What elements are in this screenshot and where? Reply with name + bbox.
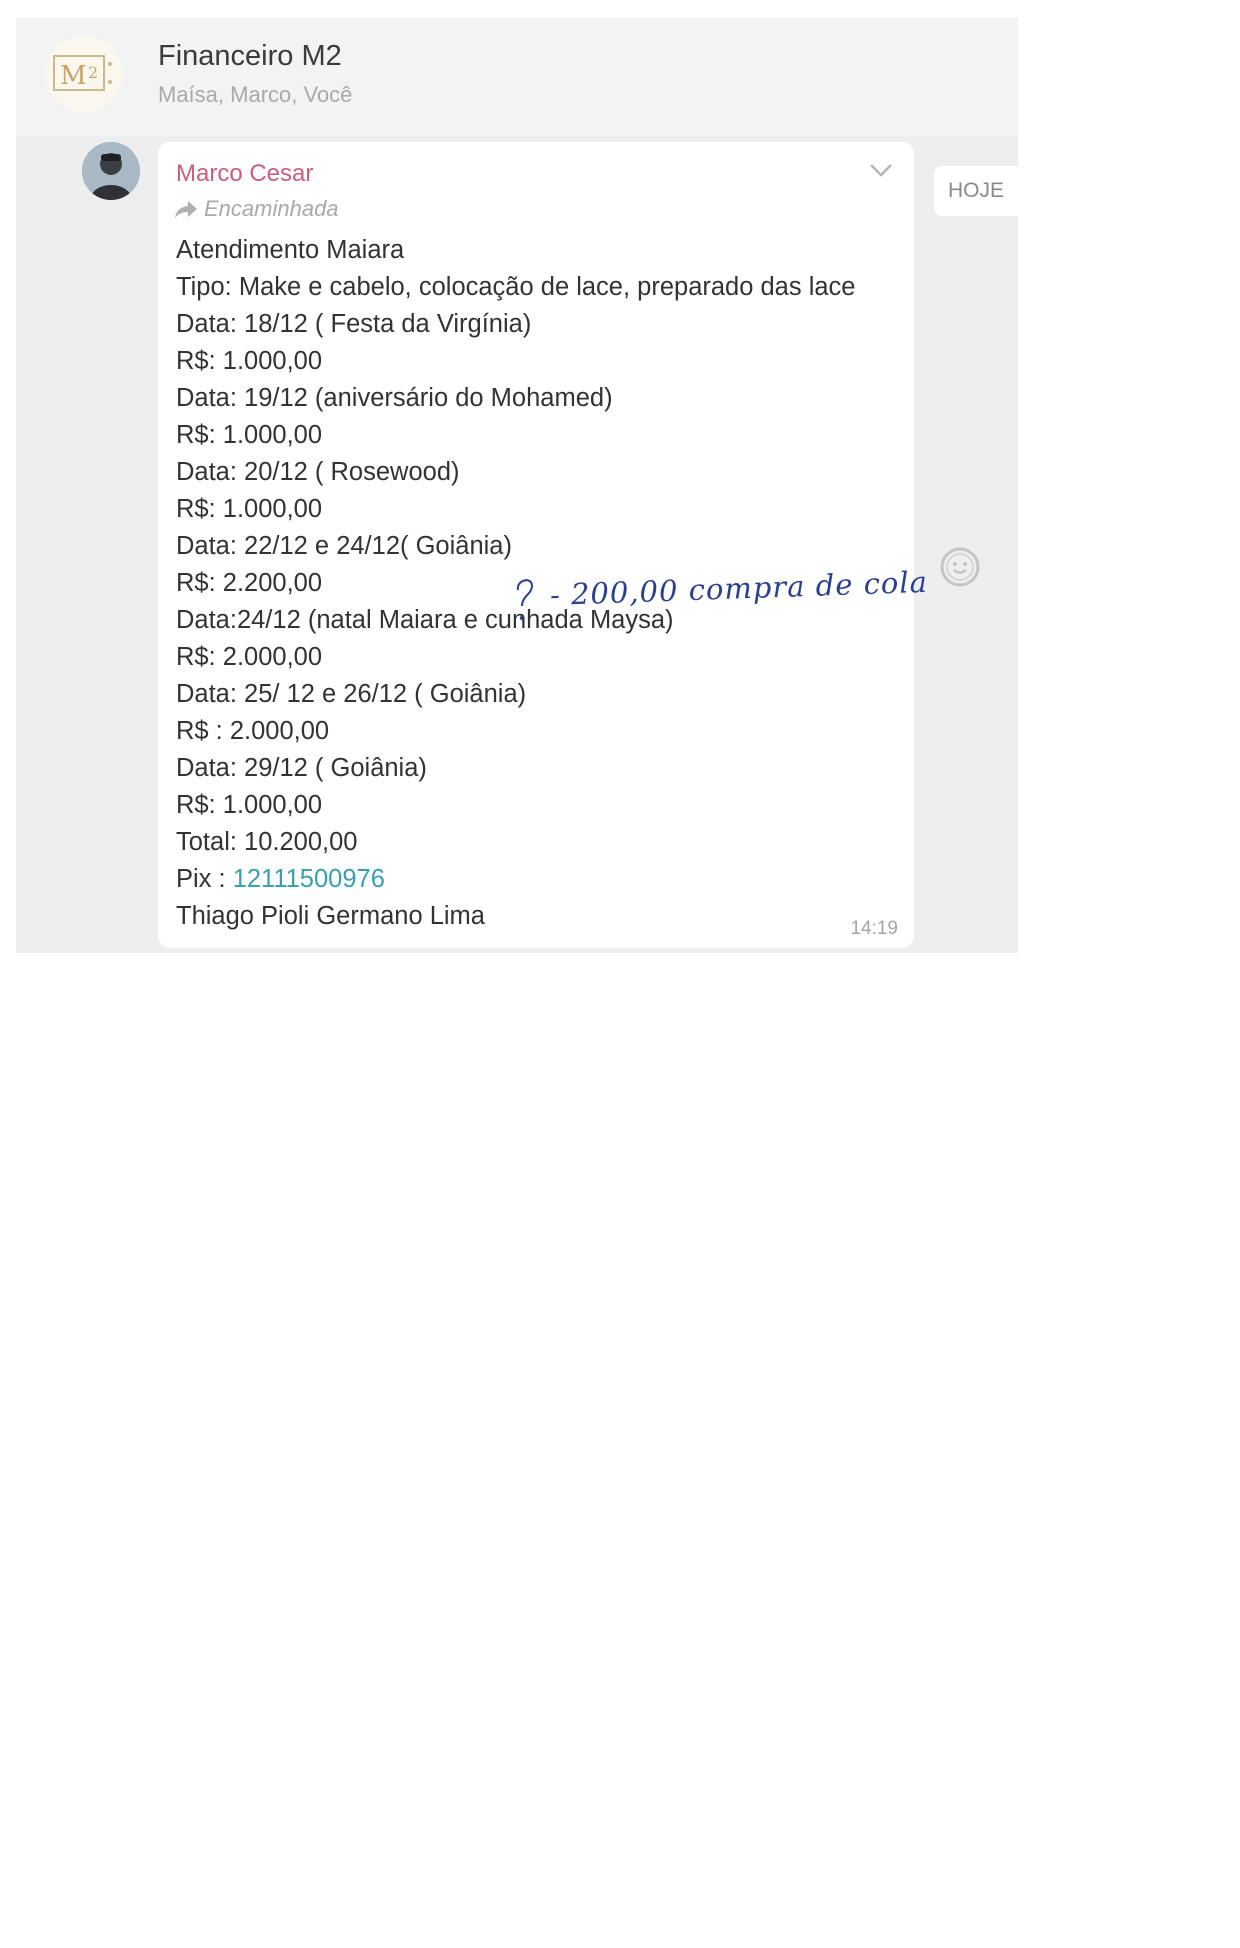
message-line: Total: 10.200,00 (176, 828, 358, 856)
message-line: R$: 1.000,00 (176, 791, 323, 819)
message-line: Data: 20/12 ( Rosewood) (176, 458, 460, 486)
message-line: Data: 18/12 ( Festa da Virgínia) (176, 310, 532, 338)
chat-window: M 2 Financeiro M2 Maísa, Marco, Você Mar… (16, 18, 1018, 953)
message-line: Tipo: Make e cabelo, colocação de lace, … (176, 273, 856, 301)
handwritten-question-mark (516, 579, 534, 621)
smiley-icon[interactable] (939, 546, 981, 588)
scanned-page: M 2 Financeiro M2 Maísa, Marco, Você Mar… (0, 0, 1240, 1948)
chat-members: Maísa, Marco, Você (158, 82, 353, 107)
message-line: Data: 19/12 (aniversário do Mohamed) (176, 384, 613, 412)
svg-text:2: 2 (88, 63, 98, 82)
profile-photo-icon[interactable] (82, 142, 140, 200)
message-line: R$: 1.000,00 (176, 421, 323, 449)
date-chip: HOJE (934, 166, 1018, 216)
forwarded-label: Encaminhada (204, 196, 339, 221)
message-line: Data: 22/12 e 24/12( Goiânia) (176, 532, 512, 560)
chevron-down-icon[interactable] (866, 158, 896, 182)
handwritten-annotation: - 200,00 compra de cola (504, 565, 928, 632)
sender-name[interactable]: Marco Cesar (176, 160, 313, 188)
pix-label: Pix : (176, 865, 233, 893)
forward-arrow-icon (175, 201, 197, 218)
message-line: Data: 25/ 12 e 26/12 ( Goiânia) (176, 680, 527, 708)
message-time: 14:19 (850, 918, 898, 939)
message-line: R$: 1.000,00 (176, 495, 323, 523)
chat-header[interactable]: M 2 Financeiro M2 Maísa, Marco, Você (16, 18, 1018, 136)
signature-line: Thiago Pioli Germano Lima (176, 902, 485, 930)
pix-number-link[interactable]: 12111500976 (233, 865, 385, 893)
message-line: R$: 1.000,00 (176, 347, 323, 375)
svg-text:M: M (60, 61, 87, 91)
message-line: R$: 2.000,00 (176, 643, 323, 671)
message-line: R$ : 2.000,00 (176, 717, 330, 745)
message-bubble[interactable]: Marco Cesar Encaminhada Atendimento Maia… (158, 142, 914, 948)
forwarded-indicator: Encaminhada (174, 196, 339, 222)
m2-logo-icon[interactable]: M 2 (46, 36, 122, 112)
pix-line: Pix : 12111500976 (176, 861, 855, 898)
message-line: Data: 29/12 ( Goiânia) (176, 754, 427, 782)
message-line: Atendimento Maiara (176, 236, 405, 264)
chat-title: Financeiro M2 (158, 40, 342, 72)
